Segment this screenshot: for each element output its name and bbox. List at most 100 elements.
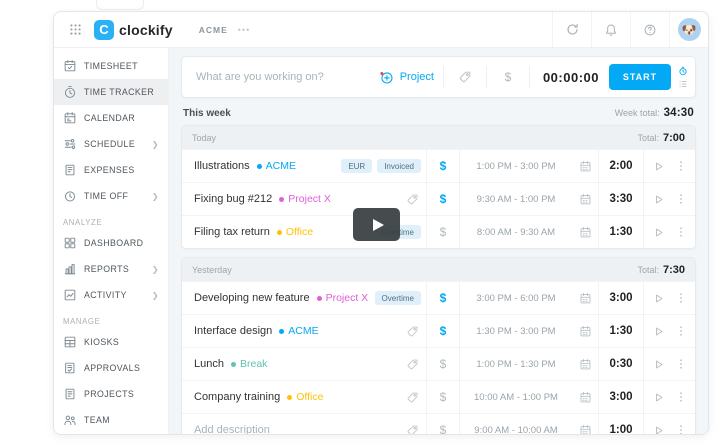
manual-mode-icon[interactable] — [678, 79, 688, 89]
calendar-icon[interactable] — [572, 292, 598, 305]
entry-menu-dots-icon[interactable] — [672, 193, 689, 205]
project-name: Project X — [288, 193, 331, 205]
add-project-button[interactable]: Project — [379, 70, 434, 85]
continue-play-icon[interactable] — [644, 391, 672, 404]
continue-play-icon[interactable] — [644, 160, 672, 173]
entry-project[interactable]: Office — [287, 391, 323, 403]
sidebar-item-kiosks[interactable]: KIOSKS — [54, 329, 168, 355]
entry-time-range[interactable]: 9:30 AM - 1:00 PM — [460, 194, 572, 205]
tag-icon[interactable] — [398, 193, 426, 206]
billable-icon[interactable]: $ — [427, 390, 459, 404]
entry-description[interactable]: Filing tax return — [194, 226, 270, 238]
billable-icon[interactable]: $ — [427, 159, 459, 173]
tag-icon[interactable] — [398, 391, 426, 404]
clockify-logo[interactable]: C clockify — [94, 19, 173, 40]
entry-project[interactable]: ACME — [279, 325, 319, 337]
timer-mode-icon[interactable] — [678, 66, 688, 76]
tag-icon[interactable] — [398, 358, 426, 371]
sidebar-item-projects[interactable]: PROJECTS — [54, 381, 168, 407]
entry-duration[interactable]: 0:30 — [599, 358, 643, 370]
sidebar-item-dashboard[interactable]: DASHBOARD — [54, 230, 168, 256]
entry-menu-dots-icon[interactable] — [672, 424, 689, 434]
billable-icon[interactable]: $ — [427, 357, 459, 371]
entry-description-placeholder[interactable]: Add description — [194, 424, 270, 434]
entry-time-range[interactable]: 9:00 AM - 10:00 AM — [460, 425, 572, 435]
entry-description[interactable]: Company training — [194, 391, 280, 403]
entry-menu-dots-icon[interactable] — [672, 358, 689, 370]
calendar-icon[interactable] — [572, 226, 598, 239]
entry-duration[interactable]: 3:00 — [599, 292, 643, 304]
continue-play-icon[interactable] — [644, 325, 672, 338]
sidebar-item-timesheet[interactable]: TIMESHEET — [54, 53, 168, 79]
sidebar-item-team[interactable]: TEAM — [54, 407, 168, 433]
entry-project[interactable]: Break — [230, 358, 267, 370]
continue-play-icon[interactable] — [644, 193, 672, 206]
entry-duration[interactable]: 3:00 — [599, 391, 643, 403]
entry-time-range[interactable]: 1:00 PM - 3:00 PM — [460, 161, 572, 172]
sidebar-item-approvals[interactable]: APPROVALS — [54, 355, 168, 381]
continue-play-icon[interactable] — [644, 226, 672, 239]
entry-time-range[interactable]: 1:30 PM - 3:00 PM — [460, 326, 572, 337]
tag-icon[interactable] — [453, 70, 477, 84]
entry-menu-dots-icon[interactable] — [672, 391, 689, 403]
calendar-icon[interactable] — [572, 160, 598, 173]
description-input[interactable] — [194, 70, 379, 84]
tag-icon[interactable] — [398, 424, 426, 434]
entry-description[interactable]: Interface design — [194, 325, 272, 337]
entry-project[interactable]: Project X — [316, 292, 368, 304]
sidebar-item-time-off[interactable]: TIME OFF ❯ — [54, 183, 168, 209]
start-button[interactable]: START — [609, 64, 671, 90]
entry-time-range[interactable]: 1:00 PM - 1:30 PM — [460, 359, 572, 370]
calendar-icon[interactable] — [572, 193, 598, 206]
timer-display[interactable]: 00:00:00 — [543, 70, 599, 85]
entry-description[interactable]: Illustrations — [194, 160, 250, 172]
billable-icon[interactable]: $ — [427, 225, 459, 239]
calendar-icon[interactable] — [572, 391, 598, 404]
workspace-name[interactable]: ACME — [199, 25, 228, 35]
calendar-icon[interactable] — [572, 424, 598, 434]
entry-duration[interactable]: 1:00 — [599, 424, 643, 434]
entry-duration[interactable]: 1:30 — [599, 226, 643, 238]
calendar-icon[interactable] — [572, 325, 598, 338]
entry-menu-dots-icon[interactable] — [672, 160, 689, 172]
sidebar-item-schedule[interactable]: SCHEDULE ❯ — [54, 131, 168, 157]
notifications-bell-icon[interactable] — [591, 12, 630, 47]
tag-icon[interactable] — [398, 325, 426, 338]
entry-description[interactable]: Lunch — [194, 358, 224, 370]
entry-duration[interactable]: 3:30 — [599, 193, 643, 205]
entry-time-range[interactable]: 3:00 PM - 6:00 PM — [460, 293, 572, 304]
apps-grid-icon[interactable] — [64, 19, 86, 41]
sidebar-item-time-tracker[interactable]: TIME TRACKER — [54, 79, 168, 105]
sidebar-item-reports[interactable]: REPORTS ❯ — [54, 256, 168, 282]
calendar-icon[interactable] — [572, 358, 598, 371]
entry-time-range[interactable]: 10:00 AM - 1:00 PM — [460, 392, 572, 403]
entry-menu-dots-icon[interactable] — [672, 292, 689, 304]
billable-icon[interactable]: $ — [427, 192, 459, 206]
billable-icon[interactable]: $ — [427, 324, 459, 338]
help-icon[interactable] — [630, 12, 669, 47]
continue-play-icon[interactable] — [644, 358, 672, 371]
sidebar-item-calendar[interactable]: CALENDAR — [54, 105, 168, 131]
workspace-menu-icon[interactable]: ••• — [238, 25, 250, 35]
billable-icon[interactable]: $ — [427, 291, 459, 305]
entry-project[interactable]: ACME — [256, 160, 296, 172]
billable-icon[interactable]: $ — [496, 70, 520, 84]
sidebar-item-activity[interactable]: ACTIVITY ❯ — [54, 282, 168, 308]
entry-project[interactable]: Office — [276, 226, 313, 238]
video-play-button[interactable] — [353, 208, 400, 241]
entry-duration[interactable]: 1:30 — [599, 325, 643, 337]
entry-duration[interactable]: 2:00 — [599, 160, 643, 172]
entry-description[interactable]: Developing new feature — [194, 292, 310, 304]
entry-project[interactable]: Project X — [279, 193, 331, 205]
entry-menu-dots-icon[interactable] — [672, 226, 689, 238]
continue-play-icon[interactable] — [644, 292, 672, 305]
sidebar-item-expenses[interactable]: EXPENSES — [54, 157, 168, 183]
chevron-right-icon: ❯ — [151, 139, 159, 149]
continue-play-icon[interactable] — [644, 424, 672, 435]
entry-menu-dots-icon[interactable] — [672, 325, 689, 337]
user-avatar[interactable]: 🐶 — [669, 12, 708, 47]
entry-description[interactable]: Fixing bug #212 — [194, 193, 272, 205]
entry-time-range[interactable]: 8:00 AM - 9:30 AM — [460, 227, 572, 238]
updates-icon[interactable] — [552, 12, 591, 47]
billable-icon[interactable]: $ — [427, 423, 459, 434]
